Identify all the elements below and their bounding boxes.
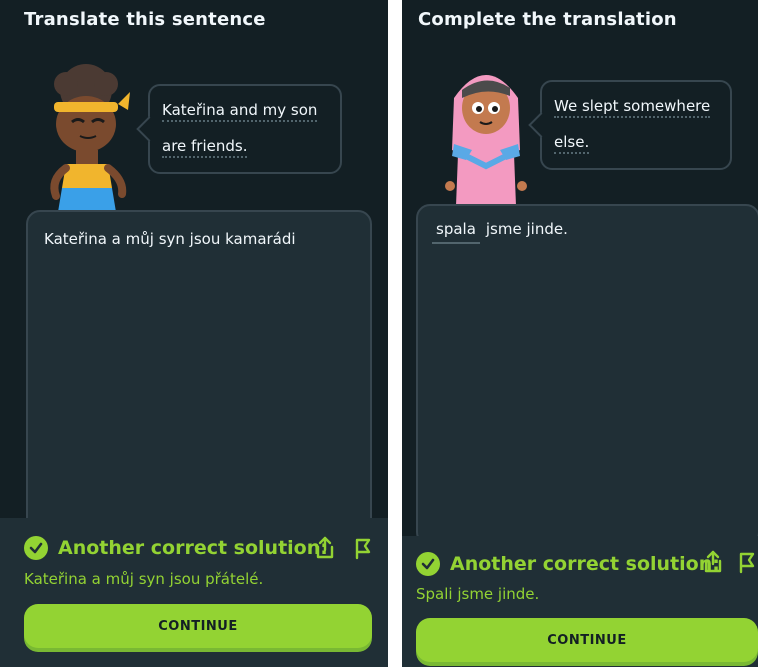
blank-input[interactable]: spala <box>432 220 480 244</box>
left-screen: Translate this sentence Kateřina and my … <box>0 0 388 667</box>
sentence-rest: jsme jinde. <box>485 220 568 238</box>
feedback-solution: Spali jsme jinde. <box>416 585 540 603</box>
flag-icon[interactable] <box>352 536 374 560</box>
feedback-solution: Kateřina a můj syn jsou přátelé. <box>24 570 264 588</box>
feedback-panel: Another correct solution: Kateřina a můj… <box>0 518 388 667</box>
character-avatar <box>50 64 130 212</box>
feedback-title: Another correct solution: <box>58 537 328 559</box>
bubble-line-1[interactable]: We slept somewhere <box>554 97 711 118</box>
bubble-line-2[interactable]: else. <box>554 133 590 154</box>
check-icon <box>24 536 48 560</box>
bubble-line-1[interactable]: Kateřina and my son <box>162 101 318 122</box>
speech-bubble: Kateřina and my son are friends. <box>136 84 342 174</box>
page-title: Complete the translation <box>418 9 677 30</box>
character-avatar <box>445 75 527 206</box>
feedback-header: Another correct solution: <box>24 536 328 560</box>
share-icon[interactable] <box>702 550 724 574</box>
page-title: Translate this sentence <box>24 9 266 30</box>
continue-button[interactable]: CONTINUE <box>24 604 372 648</box>
bubble-line-2[interactable]: are friends. <box>162 137 248 158</box>
continue-button[interactable]: CONTINUE <box>416 618 758 662</box>
answer-text: Kateřina a můj syn jsou kamarádi <box>44 230 296 248</box>
feedback-title: Another correct solution: <box>450 553 720 575</box>
answer-textarea[interactable]: Kateřina a můj syn jsou kamarádi <box>26 210 372 540</box>
feedback-header: Another correct solution: <box>416 552 720 576</box>
flag-icon[interactable] <box>736 550 758 574</box>
answer-area: spala jsme jinde. <box>416 204 758 546</box>
share-icon[interactable] <box>314 536 336 560</box>
right-screen: Complete the translation We slept somewh… <box>402 0 758 667</box>
speech-bubble: We slept somewhere else. <box>528 80 732 170</box>
check-icon <box>416 552 440 576</box>
feedback-panel: Another correct solution: Spali jsme jin… <box>402 536 758 667</box>
